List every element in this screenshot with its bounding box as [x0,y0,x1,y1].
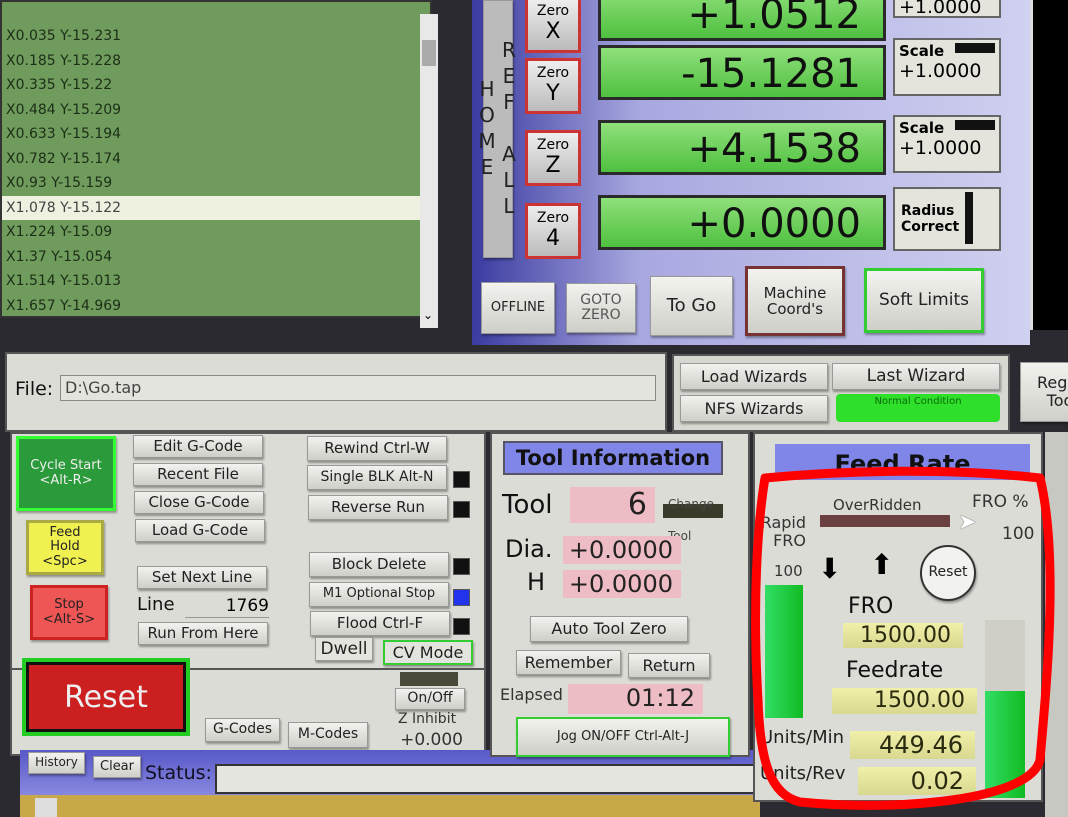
red-annotation-loop [751,466,1055,810]
annotation-stroke [751,466,1055,810]
